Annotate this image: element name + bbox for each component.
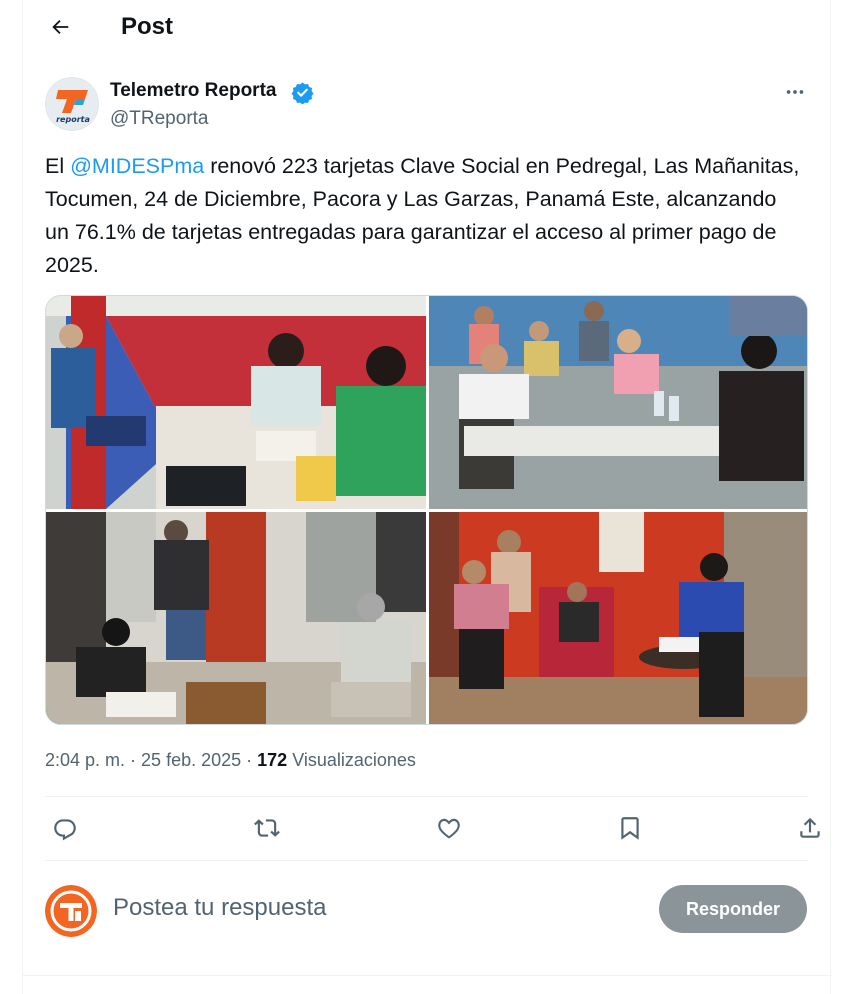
telemetro-logo: reporta [46, 78, 98, 130]
verified-badge-icon [291, 82, 314, 104]
more-dots-icon [786, 90, 804, 94]
photo-4[interactable] [429, 512, 807, 724]
like-icon [438, 818, 460, 839]
author-name[interactable]: Telemetro Reporta [110, 80, 276, 102]
post-time[interactable]: 2:04 p. m. [45, 750, 125, 770]
photo-1[interactable] [46, 296, 426, 509]
view-count: 172 [257, 750, 288, 770]
tweet-text-start: El [45, 154, 71, 178]
mention-link[interactable]: @MIDESPma [70, 154, 204, 178]
photo-3[interactable] [46, 512, 426, 724]
views-label: Visualizaciones [287, 750, 416, 770]
back-button[interactable] [43, 10, 77, 44]
media-grid [45, 295, 808, 725]
share-button[interactable] [790, 808, 830, 848]
author-avatar[interactable]: reporta [45, 77, 99, 131]
bookmark-icon [621, 817, 639, 840]
reply-submit-button[interactable]: Responder [659, 885, 807, 933]
reply-button[interactable] [45, 808, 85, 848]
share-icon [800, 817, 820, 838]
photo-2[interactable] [429, 296, 807, 509]
svg-text:reporta: reporta [56, 115, 90, 124]
action-bar [45, 808, 820, 848]
divider-bottom [45, 860, 808, 861]
bookmark-button[interactable] [610, 808, 650, 848]
more-options-button[interactable] [779, 76, 811, 108]
meta-separator: · [241, 750, 258, 770]
divider-end [23, 975, 832, 976]
page-title: Post [121, 13, 174, 40]
post-date[interactable]: 25 feb. 2025 [141, 750, 241, 770]
post-frame: Post reporta Telemetro Reporta @TReporta… [22, 0, 832, 994]
repost-button[interactable] [247, 808, 287, 848]
telemetro-circle-logo [45, 885, 97, 937]
author-handle[interactable]: @TReporta [110, 108, 209, 130]
reply-icon [54, 819, 76, 841]
top-bar: Post [23, 0, 832, 54]
tweet-text: El @MIDESPma renovó 223 tarjetas Clave S… [45, 150, 805, 282]
reply-input[interactable]: Postea tu respuesta [113, 894, 326, 922]
post-meta: 2:04 p. m. · 25 feb. 2025 · 172 Visualiz… [45, 750, 416, 771]
arrow-left-icon [52, 19, 69, 35]
divider-top [45, 796, 808, 797]
like-button[interactable] [429, 808, 469, 848]
retweet-icon [254, 819, 280, 837]
meta-separator: · [125, 750, 142, 770]
user-avatar[interactable] [45, 885, 97, 937]
